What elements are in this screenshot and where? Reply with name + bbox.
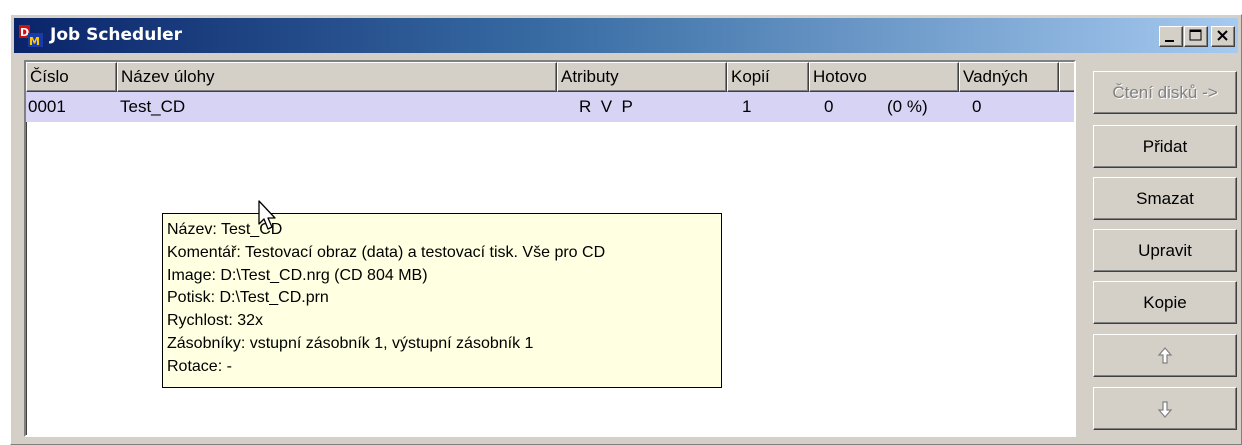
window-title: Job Scheduler bbox=[50, 25, 183, 45]
column-header-hotovo[interactable]: Hotovo bbox=[809, 62, 959, 92]
tooltip-line: Rychlost: 32x bbox=[167, 312, 264, 330]
tooltip-line: Zásobníky: vstupní zásobník 1, výstupní … bbox=[167, 334, 534, 352]
column-header-filler bbox=[1059, 62, 1074, 92]
minimize-button[interactable] bbox=[1159, 26, 1183, 47]
maximize-button[interactable] bbox=[1184, 26, 1208, 47]
arrow-up-icon bbox=[1157, 347, 1173, 364]
move-up-button[interactable] bbox=[1093, 334, 1237, 377]
upravit-button[interactable]: Upravit bbox=[1093, 229, 1237, 272]
column-header-vadnych[interactable]: Vadných bbox=[959, 62, 1059, 92]
close-icon bbox=[1217, 30, 1228, 41]
column-header-nazev[interactable]: Název úlohy bbox=[117, 62, 557, 92]
cteni-disku-button[interactable]: Čtení disků -> bbox=[1093, 71, 1237, 114]
cell-hotovo: 0 bbox=[824, 97, 834, 116]
mouse-pointer-icon bbox=[258, 200, 276, 230]
tooltip-line: Název: Test_CD bbox=[167, 221, 283, 238]
cell-hotovo-pct: (0 %) bbox=[887, 97, 928, 116]
column-header-atributy[interactable]: Atributy bbox=[557, 62, 727, 92]
tooltip-line: Image: D:\Test_CD.nrg (CD 804 MB) bbox=[167, 266, 428, 284]
close-button[interactable] bbox=[1211, 26, 1235, 47]
app-logo-icon: D M bbox=[19, 25, 43, 47]
tooltip-line: Potisk: D:\Test_CD.prn bbox=[167, 289, 329, 307]
table-row[interactable]: 0001 Test_CD R V P 1 0 (0 %) 0 bbox=[26, 92, 1074, 122]
maximize-icon bbox=[1189, 29, 1202, 41]
column-header-kopii[interactable]: Kopií bbox=[727, 62, 809, 92]
job-details-tooltip: Název: Test_CD Komentář: Testovací obraz… bbox=[162, 213, 722, 388]
smazat-button[interactable]: Smazat bbox=[1093, 177, 1237, 220]
job-scheduler-window: D M Job Scheduler Číslo Název úlohy Atri… bbox=[10, 14, 1242, 445]
move-down-button[interactable] bbox=[1093, 387, 1237, 430]
kopie-button[interactable]: Kopie bbox=[1093, 281, 1237, 324]
cell-atributy: R V P bbox=[579, 97, 633, 116]
cell-kopii: 1 bbox=[742, 97, 752, 116]
job-list-header: Číslo Název úlohy Atributy Kopií Hotovo … bbox=[26, 62, 1074, 92]
svg-text:D: D bbox=[20, 26, 29, 39]
tooltip-line: Rotace: - bbox=[167, 357, 232, 375]
arrow-down-icon bbox=[1157, 401, 1173, 418]
svg-text:M: M bbox=[29, 35, 40, 47]
cell-vadnych: 0 bbox=[972, 97, 982, 116]
minimize-icon bbox=[1165, 40, 1174, 42]
column-header-cislo[interactable]: Číslo bbox=[26, 62, 117, 92]
cell-cislo: 0001 bbox=[28, 97, 66, 116]
cell-nazev: Test_CD bbox=[120, 97, 186, 116]
job-list[interactable]: Číslo Název úlohy Atributy Kopií Hotovo … bbox=[24, 60, 1076, 437]
title-bar[interactable]: D M Job Scheduler bbox=[14, 18, 1238, 53]
pridat-button[interactable]: Přidat bbox=[1093, 125, 1237, 168]
tooltip-line: Komentář: Testovací obraz (data) a testo… bbox=[167, 243, 606, 261]
